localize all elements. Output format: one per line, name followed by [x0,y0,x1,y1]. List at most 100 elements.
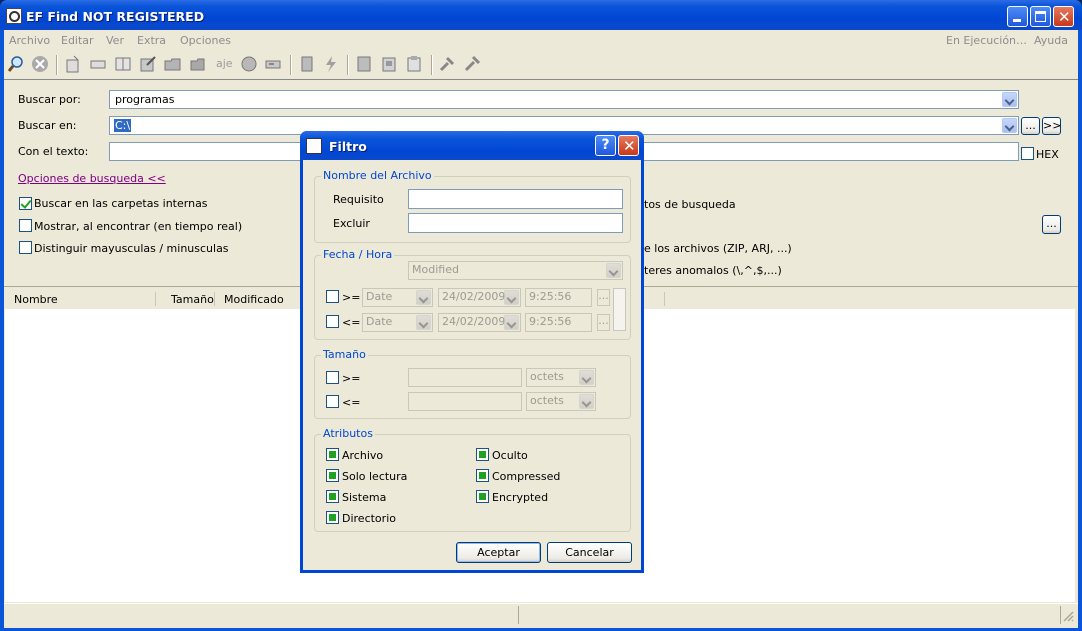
list-icon[interactable] [298,55,316,73]
column-separator[interactable] [155,292,156,306]
settings-icon[interactable] [438,55,456,73]
date-type-select[interactable]: Modified [408,261,623,280]
size-ge-input[interactable] [408,368,522,387]
attr-directorio-checkbox[interactable] [326,511,339,524]
column-modificado[interactable]: Modificado [224,293,284,306]
realtime-label: Mostrar, al encontrar (en tiempo real) [34,220,243,233]
date-ge-time[interactable]: 9:25:56 [525,288,592,307]
new-icon[interactable] [64,55,82,73]
buscar-por-combo[interactable]: programas [109,90,1019,109]
size-le-unit[interactable]: octets [526,392,596,411]
column-tamano[interactable]: Tamaño [171,293,214,306]
menu-opciones[interactable]: Opciones [180,34,231,47]
edit-icon[interactable] [139,55,157,73]
size-ge-label: >= [342,372,361,385]
date-scrollbar[interactable] [613,288,626,331]
open-icon[interactable] [164,55,182,73]
search-icon[interactable] [7,55,25,73]
subfolders-checkbox[interactable] [19,197,32,210]
menu-archivo[interactable]: Archivo [9,34,50,47]
date-ge-kind[interactable]: Date [362,288,433,307]
case-checkbox[interactable] [19,241,32,254]
view-icon[interactable] [114,55,132,73]
dialog-title: Filtro [329,139,367,154]
size-ge-checkbox[interactable] [326,371,339,384]
menu-ver[interactable]: Ver [106,34,124,47]
chevron-down-icon[interactable] [1002,118,1017,133]
size-ge-unit[interactable]: octets [526,368,596,387]
menu-ayuda[interactable]: Ayuda [1034,34,1068,47]
size-le-input[interactable] [408,392,522,411]
date-le-kind[interactable]: Date [362,313,433,332]
toolbar-separator [431,55,433,75]
case-label: Distinguir mayusculas / minusculas [34,242,229,255]
date-ge-checkbox[interactable] [326,290,339,303]
con-texto-label: Con el texto: [18,145,89,158]
ok-button[interactable]: Aceptar [456,542,541,563]
toolbar-separator [56,55,58,75]
copy-icon[interactable] [189,55,207,73]
status-separator [518,606,519,624]
lightning-icon[interactable] [322,55,340,73]
date-le-date[interactable]: 24/02/2009 [438,313,521,332]
chevron-down-icon [416,315,431,330]
more-button[interactable]: >> [1042,117,1061,135]
move-icon[interactable] [240,55,258,73]
print-icon[interactable] [264,55,282,73]
status-bar [4,603,1078,628]
encode-icon[interactable]: aje [216,57,233,70]
menu-editar[interactable]: Editar [61,34,94,47]
column-separator[interactable] [214,292,215,306]
toolbar-separator [347,55,349,75]
column-nombre[interactable]: Nombre [14,293,58,306]
date-ge-date[interactable]: 24/02/2009 [438,288,521,307]
attr-sololectura-checkbox[interactable] [326,469,339,482]
group-fecha-title: Fecha / Hora [321,248,395,261]
attr-oculto-checkbox[interactable] [476,448,489,461]
search-options-link[interactable]: Opciones de busqueda << [18,172,166,185]
date-le-label: <= [342,316,361,329]
realtime-checkbox[interactable] [19,219,32,232]
maximize-button[interactable] [1030,6,1051,27]
requisito-input[interactable] [408,189,623,209]
option-right-2-label: e los archivos (ZIP, ARJ, ...) [644,242,792,255]
options-more-button[interactable]: ... [1042,215,1061,234]
excluir-input[interactable] [408,213,623,233]
requisito-label: Requisito [333,193,384,206]
rename-icon[interactable] [89,55,107,73]
browse-button[interactable]: ... [1021,117,1040,135]
tools-icon[interactable] [463,55,481,73]
date-ge-dots-button[interactable]: ... [597,289,610,306]
size-le-checkbox[interactable] [326,395,339,408]
excluir-label: Excluir [333,217,370,230]
cancel-button[interactable]: Cancelar [547,542,632,563]
dialog-close-button[interactable]: ✕ [618,135,639,156]
saveas-icon[interactable] [380,55,398,73]
attr-archivo-checkbox[interactable] [326,448,339,461]
attr-sistema-checkbox[interactable] [326,490,339,503]
close-button[interactable]: ✕ [1053,6,1074,27]
chevron-down-icon[interactable] [1002,92,1017,107]
stop-icon[interactable] [31,55,49,73]
app-icon [6,8,22,24]
menu-extra[interactable]: Extra [137,34,166,47]
dialog-help-button[interactable]: ? [595,135,616,156]
attr-compressed-checkbox[interactable] [476,469,489,482]
toolbar-separator [290,55,292,75]
column-separator[interactable] [664,292,665,306]
minimize-button[interactable] [1007,6,1028,27]
clipboard-icon[interactable] [405,55,423,73]
date-le-dots-button[interactable]: ... [597,314,610,331]
date-le-time[interactable]: 9:25:56 [525,313,592,332]
attr-encrypted-checkbox[interactable] [476,490,489,503]
resize-grip-icon[interactable] [1062,610,1074,622]
date-le-checkbox[interactable] [326,315,339,328]
attr-archivo-label: Archivo [342,449,384,462]
size-le-label: <= [342,396,361,409]
save-icon[interactable] [355,55,373,73]
hex-checkbox[interactable] [1021,147,1034,160]
menu-en-ejecucion[interactable]: En Ejecución… [946,34,1027,47]
chevron-down-icon [504,315,519,330]
attr-directorio-label: Directorio [342,512,396,525]
subfolders-label: Buscar en las carpetas internas [34,197,208,210]
